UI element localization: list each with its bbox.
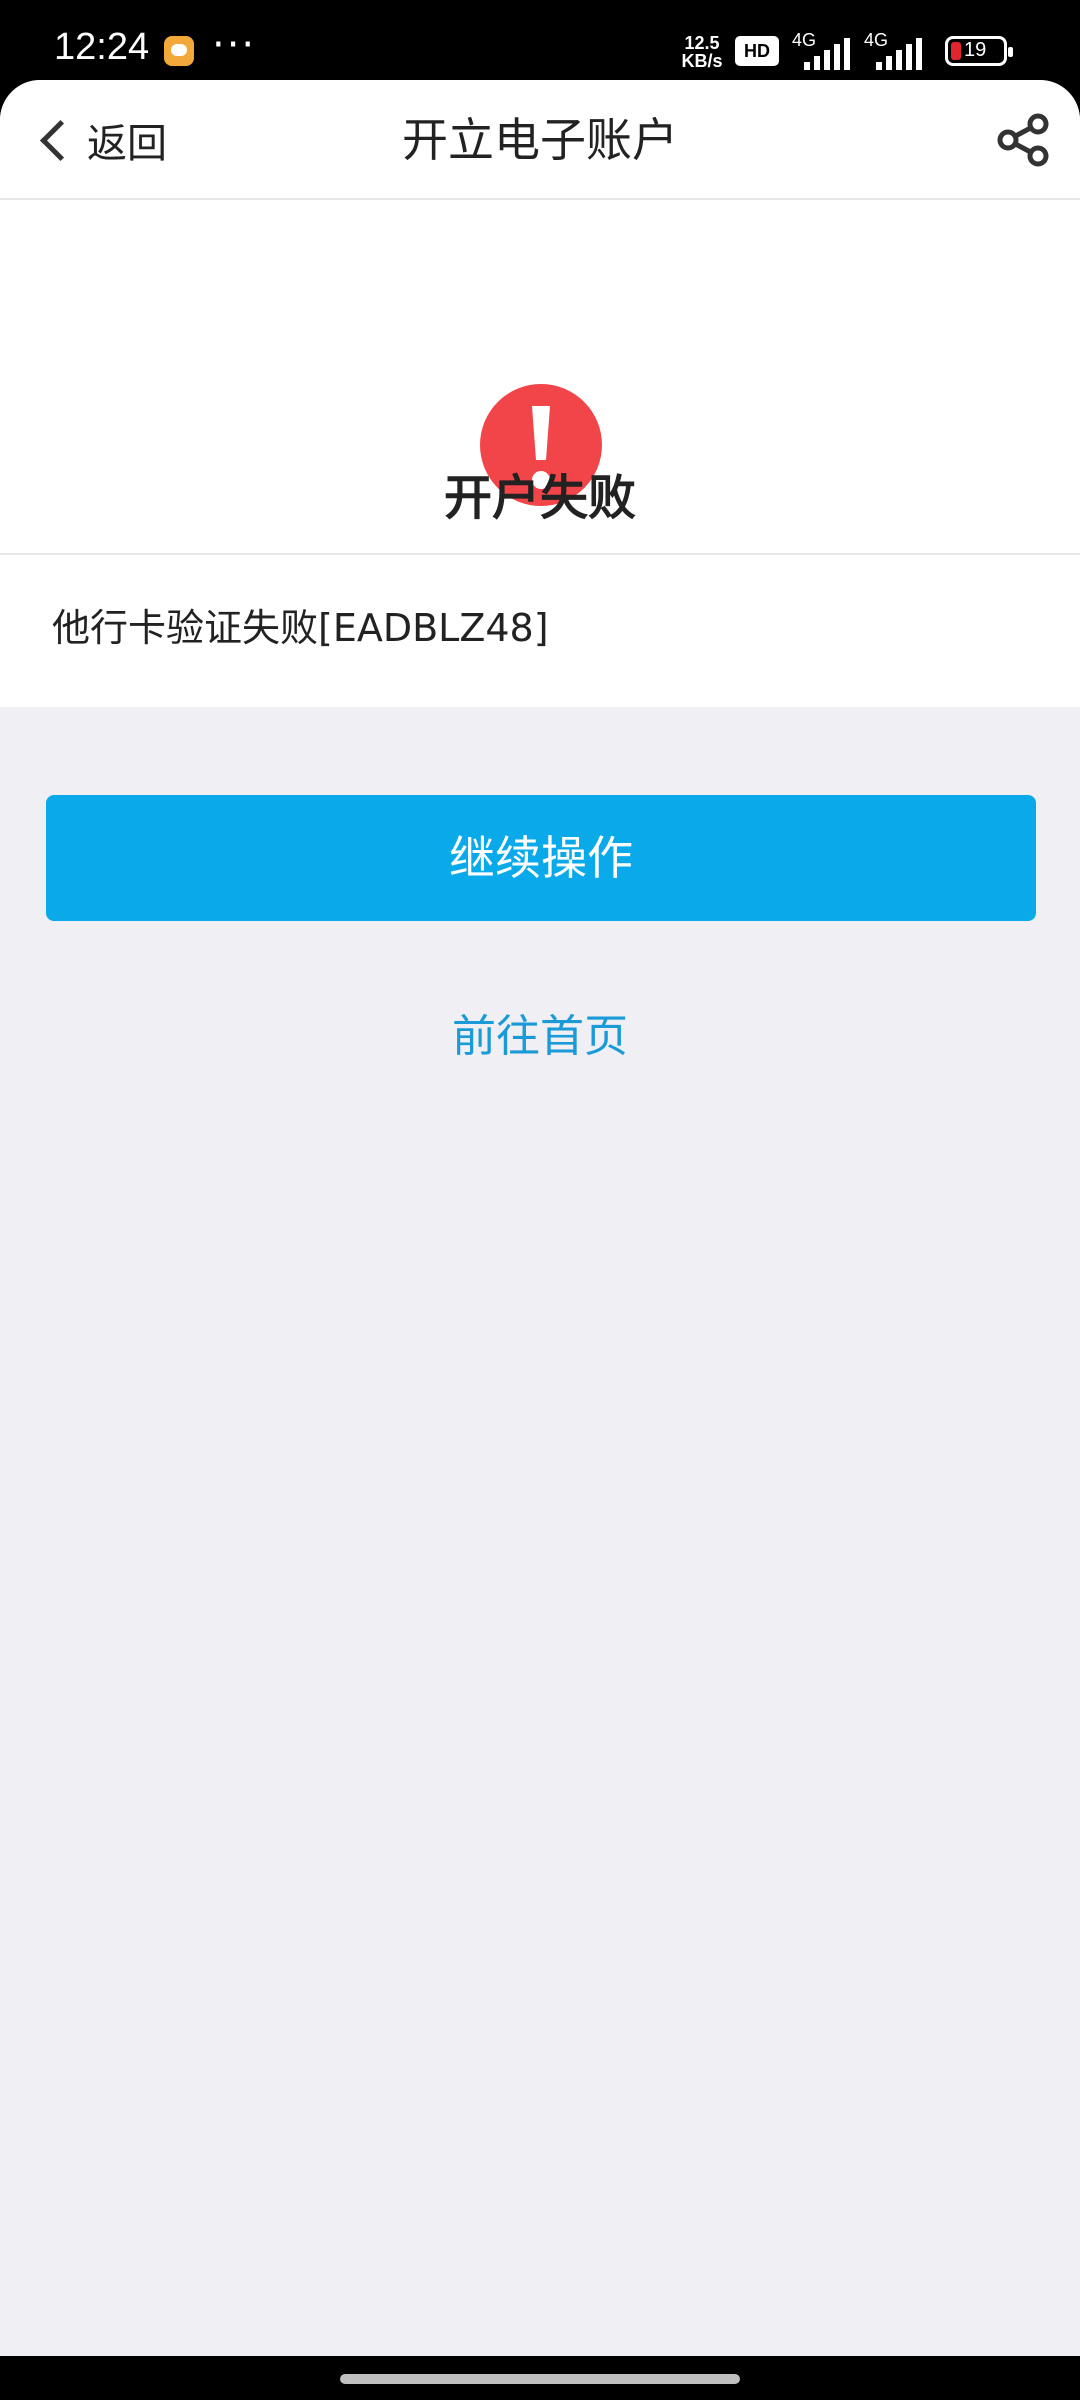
back-button[interactable]: 返回 (36, 110, 167, 170)
continue-button[interactable]: 继续操作 (46, 795, 1036, 921)
battery-icon: 19 (945, 36, 1013, 66)
signal-icon: 4G (792, 30, 862, 70)
network-speed: 12.5 KB/s (676, 34, 728, 70)
battery-level: 19 (964, 39, 987, 61)
network-speed-value: 12.5 (684, 33, 720, 53)
gesture-bar (0, 2356, 1080, 2400)
share-icon (997, 113, 1049, 167)
error-message: 他行卡验证失败[EADBLZ48] (52, 606, 549, 650)
home-indicator[interactable] (340, 2374, 740, 2384)
hd-voice-icon: HD (735, 36, 779, 66)
app-screen: 开立电子账户 返回 开户失败 他行卡验证失败[EADBLZ48] 继续操作 前往… (0, 80, 1080, 2356)
signal-icon: 4G (864, 30, 934, 70)
status-bar: 12:24 ··· 12.5 KB/s HD 4G 4G 19 (0, 0, 1080, 80)
back-label: 返回 (87, 121, 167, 167)
battery-fill (951, 42, 961, 60)
share-button[interactable] (994, 110, 1054, 170)
more-notifications-icon: ··· (212, 22, 257, 68)
nav-bar: 开立电子账户 返回 (0, 80, 1080, 200)
message-panel: 他行卡验证失败[EADBLZ48] (0, 555, 1080, 707)
message-notification-icon (164, 36, 194, 66)
network-speed-unit: KB/s (681, 51, 723, 71)
chevron-left-icon (39, 119, 82, 161)
status-time: 12:24 (54, 26, 150, 68)
go-home-link[interactable]: 前往首页 (0, 1000, 1080, 1064)
result-title: 开户失败 (443, 470, 636, 526)
